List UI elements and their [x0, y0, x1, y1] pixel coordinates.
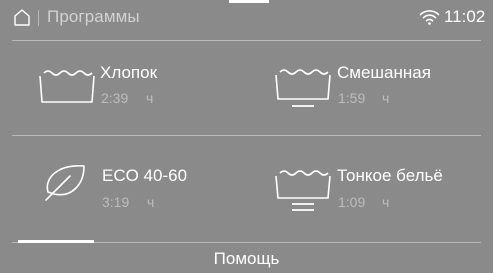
- program-tile-delicates[interactable]: Тонкое бельё 1:09 ч: [250, 137, 485, 229]
- page-indicator: [229, 0, 269, 3]
- clock: 11:02: [444, 7, 486, 26]
- program-duration: 1:59: [338, 90, 366, 106]
- home-icon[interactable]: [14, 9, 30, 26]
- program-tile-eco[interactable]: ECO 40-60 3:19 ч: [12, 137, 247, 229]
- program-name: Смешанная: [337, 63, 431, 82]
- basin-line-icon: [275, 69, 331, 107]
- program-duration: 3:19: [102, 194, 130, 210]
- program-duration: 2:39: [101, 90, 129, 106]
- program-name: Тонкое бельё: [337, 166, 443, 185]
- program-duration-unit: ч: [382, 194, 390, 210]
- leaf-icon: [45, 165, 85, 201]
- status-bar: Программы 11:02: [0, 0, 493, 34]
- program-tile-mixed[interactable]: Смешанная 1:59 ч: [250, 42, 485, 134]
- basin-icon: [39, 70, 95, 103]
- scroll-indicator: [18, 240, 94, 243]
- top-divider: [12, 40, 481, 41]
- basin-double-line-icon: [275, 170, 331, 211]
- program-duration: 1:09: [338, 194, 366, 210]
- help-button[interactable]: Помощь: [0, 244, 493, 273]
- program-name: ECO 40-60: [102, 166, 188, 185]
- wifi-icon: [419, 10, 440, 25]
- title-separator: [38, 10, 39, 26]
- program-duration-unit: ч: [382, 90, 390, 106]
- program-tile-cotton[interactable]: Хлопок 2:39 ч: [12, 42, 247, 134]
- program-name: Хлопок: [100, 63, 158, 82]
- program-duration-unit: ч: [147, 194, 155, 210]
- program-duration-unit: ч: [146, 90, 154, 106]
- page-title: Программы: [47, 7, 140, 26]
- middle-divider: [12, 135, 481, 136]
